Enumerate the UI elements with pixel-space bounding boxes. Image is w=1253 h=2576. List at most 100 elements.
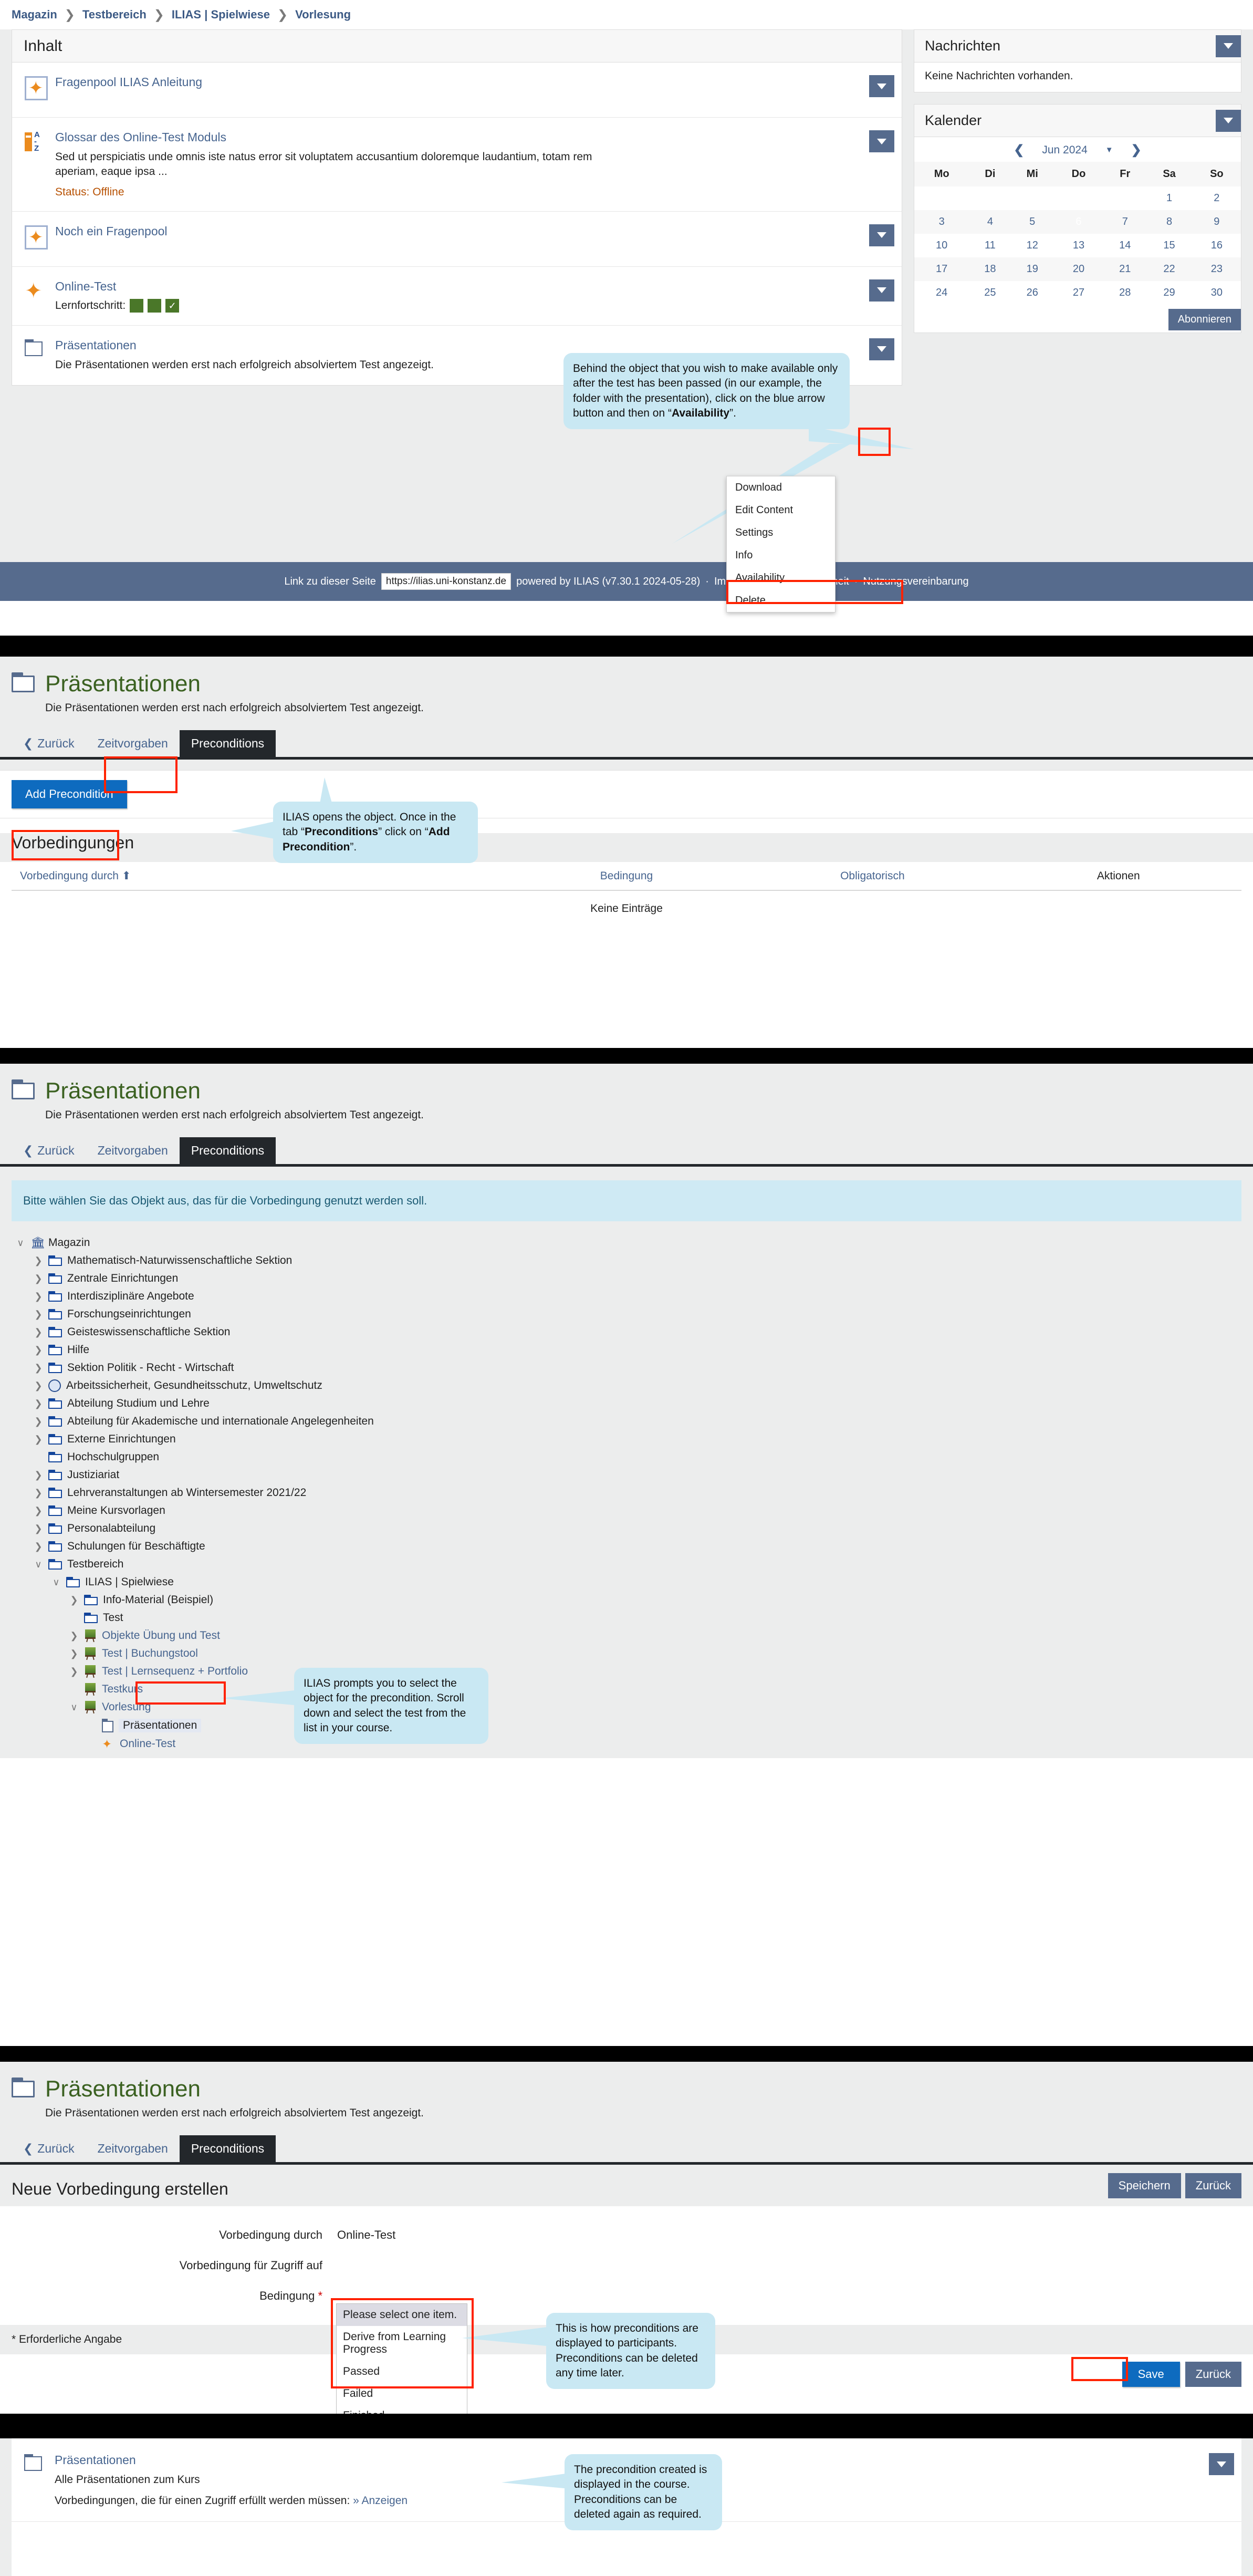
calendar-day-today[interactable]: 6 xyxy=(1053,210,1104,234)
calendar-day[interactable]: 27 xyxy=(1053,281,1104,305)
list-item-title[interactable]: Glossar des Online-Test Moduls xyxy=(55,130,863,144)
tree-node-label[interactable]: Meine Kursvorlagen xyxy=(67,1504,165,1517)
chevron-down-icon[interactable]: ∨ xyxy=(16,1238,25,1249)
tree-node-label[interactable]: Test | Buchungstool xyxy=(102,1647,198,1660)
chevron-down-icon[interactable]: ∨ xyxy=(51,1577,61,1588)
breadcrumb-item-2[interactable]: ILIAS | Spielwiese xyxy=(172,8,270,22)
calendar-day[interactable]: 9 xyxy=(1192,210,1241,234)
calendar-day[interactable]: 10 xyxy=(914,234,969,257)
tab-back[interactable]: ❮ Zurück xyxy=(12,730,86,757)
tree-node[interactable]: ❯ Personalabteilung xyxy=(16,1520,1253,1538)
list-item-title[interactable]: Noch ein Fragenpool xyxy=(55,224,863,238)
item-actions-dropdown[interactable] xyxy=(1209,2453,1234,2475)
tree-node[interactable]: Hochschulgruppen xyxy=(16,1448,1253,1466)
calendar-day[interactable]: 19 xyxy=(1011,257,1053,281)
calendar-day[interactable]: 17 xyxy=(914,257,969,281)
tree-node-label[interactable]: Vorlesung xyxy=(102,1701,151,1713)
chevron-right-icon[interactable]: ❯ xyxy=(34,1327,43,1338)
tree-node-label[interactable]: Lehrveranstaltungen ab Wintersemester 20… xyxy=(67,1487,306,1499)
back-button-top[interactable]: Zurück xyxy=(1185,2173,1241,2198)
calendar-day[interactable]: 28 xyxy=(1104,281,1146,305)
tree-node-label[interactable]: Hilfe xyxy=(67,1344,89,1356)
tree-node[interactable]: Testkurs xyxy=(16,1680,1253,1698)
chevron-right-icon[interactable]: ❯ xyxy=(34,1380,43,1391)
precondition-show-link[interactable]: » Anzeigen xyxy=(353,2495,408,2507)
tree-node[interactable]: ❯ Meine Kursvorlagen xyxy=(16,1502,1253,1520)
tree-node[interactable]: ∨ 🏛 Magazin xyxy=(16,1234,1253,1252)
tree-node[interactable]: ❯ Lehrveranstaltungen ab Wintersemester 2… xyxy=(16,1484,1253,1502)
tree-node-label[interactable]: Zentrale Einrichtungen xyxy=(67,1272,178,1285)
tree-node[interactable]: ❯ Schulungen für Beschäftigte xyxy=(16,1538,1253,1555)
menu-item-delete[interactable]: Delete xyxy=(727,589,835,612)
footer-link-terms[interactable]: Nutzungsvereinbarung xyxy=(863,576,968,588)
tree-node-label[interactable]: Geisteswissenschaftliche Sektion xyxy=(67,1326,230,1338)
chevron-right-icon[interactable]: ❯ xyxy=(69,1595,79,1606)
calendar-day[interactable]: 22 xyxy=(1146,257,1193,281)
tree-node-label[interactable]: Interdisziplinäre Angebote xyxy=(67,1290,194,1303)
tree-node-label[interactable]: Personalabteilung xyxy=(67,1522,155,1535)
tree-node[interactable]: Präsentationen xyxy=(16,1716,1253,1735)
tree-node[interactable]: ❯ Test | Buchungstool xyxy=(16,1645,1253,1663)
chevron-right-icon[interactable]: ❯ xyxy=(69,1648,79,1659)
chevron-down-icon[interactable]: ∨ xyxy=(34,1559,43,1570)
tree-node[interactable]: ❯ Externe Einrichtungen xyxy=(16,1430,1253,1448)
calendar-day[interactable]: 20 xyxy=(1053,257,1104,281)
chevron-right-icon[interactable]: ❯ xyxy=(34,1363,43,1374)
breadcrumb-item-0[interactable]: Magazin xyxy=(12,8,57,22)
tree-node-label[interactable]: Externe Einrichtungen xyxy=(67,1433,176,1446)
tab-zeitvorgaben[interactable]: Zeitvorgaben xyxy=(86,2135,180,2162)
chevron-right-icon[interactable]: ❯ xyxy=(34,1523,43,1534)
tree-node-label[interactable]: Schulungen für Beschäftigte xyxy=(67,1540,205,1553)
subscribe-button[interactable]: Abonnieren xyxy=(1168,309,1241,330)
item-actions-dropdown[interactable] xyxy=(869,224,894,246)
tab-preconditions[interactable]: Preconditions xyxy=(179,1137,276,1164)
bedingung-select-list[interactable]: Please select one item. Derive from Learn… xyxy=(336,2303,467,2414)
tree-node-label[interactable]: Test | Lernsequenz + Portfolio xyxy=(102,1665,248,1678)
tree-node-label[interactable]: Forschungseinrichtungen xyxy=(67,1308,191,1321)
back-button[interactable]: Zurück xyxy=(1185,2362,1241,2387)
tree-node[interactable]: ❯ Test | Lernsequenz + Portfolio xyxy=(16,1663,1253,1680)
tree-node-label[interactable]: Sektion Politik - Recht - Wirtschaft xyxy=(67,1362,234,1374)
col-obligatorisch[interactable]: Obligatorisch xyxy=(749,862,996,891)
calendar-month-label[interactable]: Jun 2024 xyxy=(1042,144,1087,157)
item-actions-dropdown[interactable] xyxy=(869,279,894,302)
tree-node[interactable]: Test xyxy=(16,1609,1253,1627)
calendar-day[interactable]: 7 xyxy=(1104,210,1146,234)
tree-node-label[interactable]: Hochschulgruppen xyxy=(67,1451,159,1463)
save-button-top[interactable]: Speichern xyxy=(1108,2173,1181,2198)
calendar-day[interactable]: 26 xyxy=(1011,281,1053,305)
list-item[interactable]: ✦ Fragenpool ILIAS Anleitung xyxy=(12,63,902,118)
select-option[interactable]: Please select one item. xyxy=(337,2304,467,2326)
calendar-day[interactable]: 30 xyxy=(1193,281,1241,305)
tree-node-label[interactable]: Online-Test xyxy=(120,1738,175,1750)
tree-node[interactable]: ❯ Interdisziplinäre Angebote xyxy=(16,1287,1253,1305)
breadcrumb-item-3[interactable]: Vorlesung xyxy=(295,8,351,22)
item-actions-dropdown[interactable] xyxy=(869,130,894,152)
next-month-icon[interactable]: ❯ xyxy=(1131,142,1142,158)
tab-preconditions[interactable]: Preconditions xyxy=(179,2135,276,2162)
calendar-day[interactable]: 15 xyxy=(1146,234,1192,257)
breadcrumb-item-1[interactable]: Testbereich xyxy=(82,8,147,22)
tab-zeitvorgaben[interactable]: Zeitvorgaben xyxy=(86,1137,180,1164)
chevron-right-icon[interactable]: ❯ xyxy=(34,1470,43,1481)
tree-node-label[interactable]: Mathematisch-Naturwissenschaftliche Sekt… xyxy=(67,1254,292,1267)
list-item-title[interactable]: Online-Test xyxy=(55,279,863,294)
tab-zeitvorgaben[interactable]: Zeitvorgaben xyxy=(86,730,180,757)
chevron-right-icon[interactable]: ❯ xyxy=(34,1488,43,1499)
menu-item-info[interactable]: Info xyxy=(727,544,835,567)
prev-month-icon[interactable]: ❮ xyxy=(1014,142,1024,158)
calendar-day[interactable]: 3 xyxy=(914,210,969,234)
save-button[interactable]: Save xyxy=(1122,2362,1180,2387)
chevron-right-icon[interactable]: ❯ xyxy=(34,1309,43,1320)
chevron-right-icon[interactable]: ❯ xyxy=(34,1541,43,1552)
chevron-right-icon[interactable]: ❯ xyxy=(34,1291,43,1302)
tree-node[interactable]: ∨ Testbereich xyxy=(16,1555,1253,1573)
calendar-day[interactable]: 29 xyxy=(1146,281,1192,305)
calendar-day[interactable]: 21 xyxy=(1104,257,1146,281)
list-item-title[interactable]: Fragenpool ILIAS Anleitung xyxy=(55,75,863,89)
tree-node[interactable]: ❯ Objekte Übung und Test xyxy=(16,1627,1253,1645)
chevron-right-icon[interactable]: ❯ xyxy=(69,1630,79,1642)
chevron-right-icon[interactable]: ❯ xyxy=(34,1398,43,1409)
tree-node-label[interactable]: Info-Material (Beispiel) xyxy=(103,1594,213,1606)
chevron-right-icon[interactable]: ❯ xyxy=(34,1434,43,1445)
